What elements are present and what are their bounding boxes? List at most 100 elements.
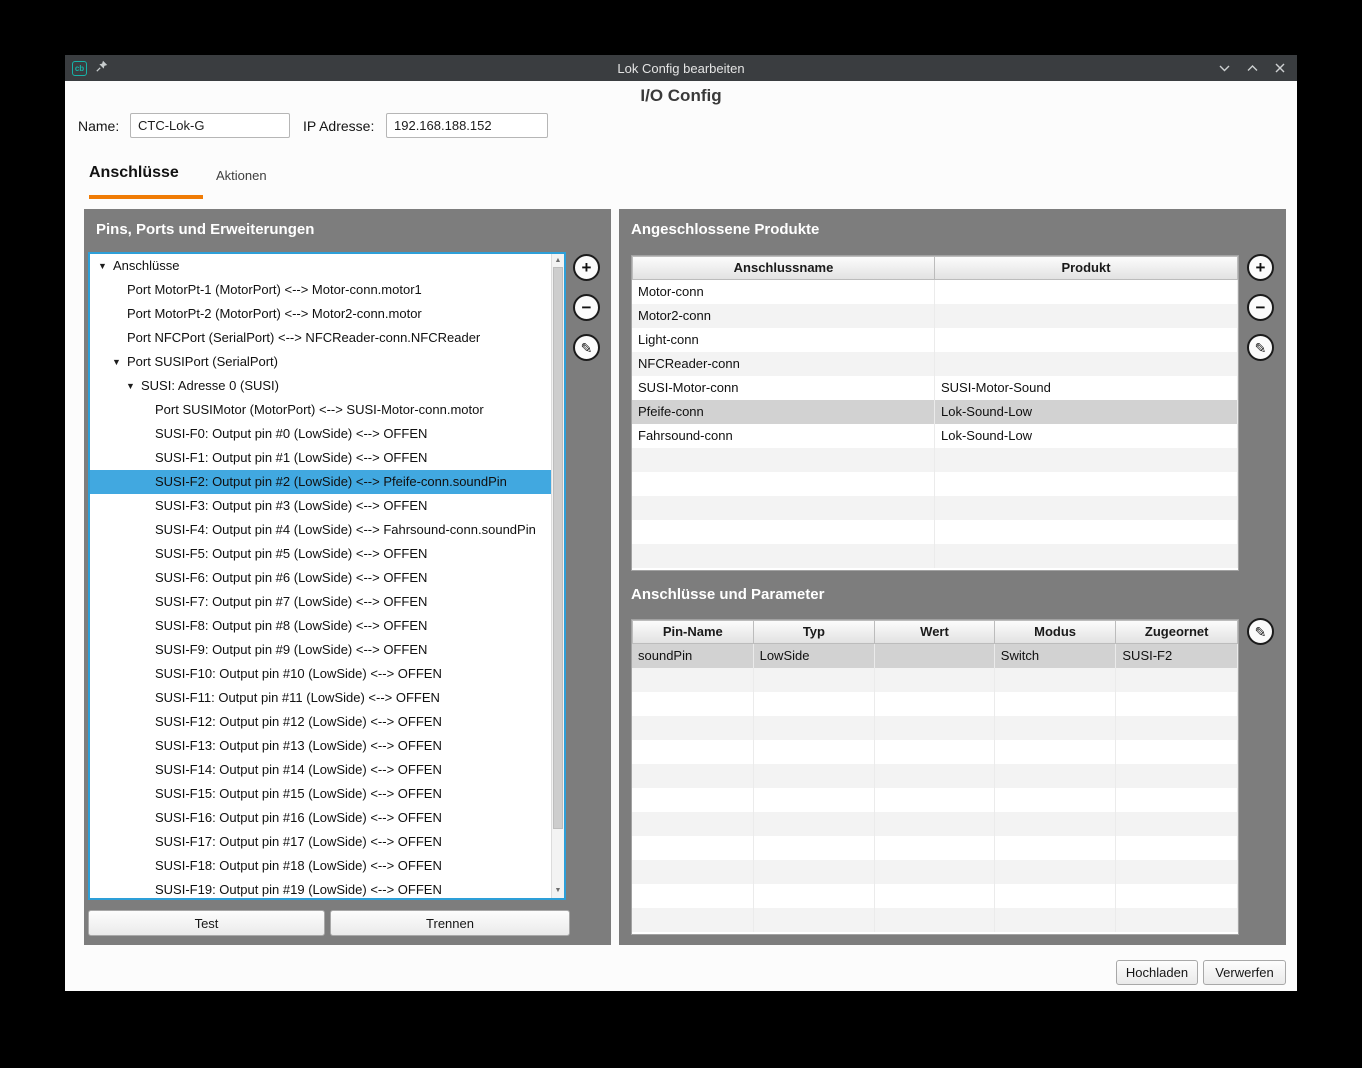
table-row[interactable]: Pfeife-connLok-Sound-Low	[632, 400, 1238, 424]
tree-item[interactable]: SUSI-F8: Output pin #8 (LowSide) <--> OF…	[90, 614, 551, 638]
table-row-empty[interactable]	[632, 668, 1238, 692]
tree-item[interactable]: SUSI-F0: Output pin #0 (LowSide) <--> OF…	[90, 422, 551, 446]
tree-item[interactable]: SUSI-F6: Output pin #6 (LowSide) <--> OF…	[90, 566, 551, 590]
product-edit-button[interactable]: ✎	[1247, 334, 1274, 361]
collapse-arrow-icon[interactable]: ▼	[98, 254, 107, 278]
tree-item[interactable]: Port NFCPort (SerialPort) <--> NFCReader…	[90, 326, 551, 350]
tab-aktionen[interactable]: Aktionen	[216, 168, 267, 183]
column-header[interactable]: Typ	[754, 620, 876, 644]
column-header[interactable]: Produkt	[935, 256, 1238, 280]
tree-add-button[interactable]: +	[573, 254, 600, 281]
table-row-empty[interactable]	[632, 764, 1238, 788]
tree-item[interactable]: SUSI-F15: Output pin #15 (LowSide) <--> …	[90, 782, 551, 806]
tree-item[interactable]: Port MotorPt-1 (MotorPort) <--> Motor-co…	[90, 278, 551, 302]
tree-edit-button[interactable]: ✎	[573, 334, 600, 361]
column-header[interactable]: Modus	[995, 620, 1117, 644]
tree-item-label: SUSI-F17: Output pin #17 (LowSide) <--> …	[90, 830, 551, 854]
tree-item[interactable]: SUSI-F17: Output pin #17 (LowSide) <--> …	[90, 830, 551, 854]
tab-anschluesse[interactable]: Anschlüsse	[89, 164, 179, 182]
table-row-empty[interactable]	[632, 812, 1238, 836]
tree-item[interactable]: SUSI-F9: Output pin #9 (LowSide) <--> OF…	[90, 638, 551, 662]
tree-scrollbar[interactable]: ▲ ▼	[551, 254, 564, 898]
tree-item[interactable]: SUSI-F5: Output pin #5 (LowSide) <--> OF…	[90, 542, 551, 566]
table-row[interactable]: NFCReader-conn	[632, 352, 1238, 376]
table-row-empty[interactable]	[632, 692, 1238, 716]
table-row-empty[interactable]	[632, 472, 1238, 496]
tree-item-label: SUSI-F9: Output pin #9 (LowSide) <--> OF…	[90, 638, 551, 662]
column-header[interactable]: Anschlussname	[632, 256, 935, 280]
table-row-empty[interactable]	[632, 908, 1238, 932]
tree-item[interactable]: SUSI-F4: Output pin #4 (LowSide) <--> Fa…	[90, 518, 551, 542]
table-row-empty[interactable]	[632, 860, 1238, 884]
tree-item[interactable]: ▼Port SUSIPort (SerialPort)	[90, 350, 551, 374]
table-cell	[875, 668, 995, 692]
tree-item[interactable]: SUSI-F1: Output pin #1 (LowSide) <--> OF…	[90, 446, 551, 470]
column-header[interactable]: Zugeornet	[1116, 620, 1238, 644]
parameter-edit-button[interactable]: ✎	[1247, 618, 1274, 645]
tree-item[interactable]: SUSI-F19: Output pin #19 (LowSide) <--> …	[90, 878, 551, 900]
product-add-button[interactable]: +	[1247, 254, 1274, 281]
column-header[interactable]: Pin-Name	[632, 620, 754, 644]
tree-item-label: SUSI-F0: Output pin #0 (LowSide) <--> OF…	[90, 422, 551, 446]
scroll-down-icon[interactable]: ▼	[552, 885, 564, 897]
tree-item[interactable]: SUSI-F10: Output pin #10 (LowSide) <--> …	[90, 662, 551, 686]
scrollbar-thumb[interactable]	[553, 267, 563, 829]
product-remove-button[interactable]: −	[1247, 294, 1274, 321]
table-row-empty[interactable]	[632, 448, 1238, 472]
table-row[interactable]: Motor-conn	[632, 280, 1238, 304]
table-row-empty[interactable]	[632, 884, 1238, 908]
tree-item[interactable]: ▼Anschlüsse	[90, 254, 551, 278]
tree-item[interactable]: SUSI-F11: Output pin #11 (LowSide) <--> …	[90, 686, 551, 710]
parameters-table[interactable]: Pin-NameTypWertModusZugeornetsoundPinLow…	[631, 619, 1239, 935]
table-row-empty[interactable]	[632, 740, 1238, 764]
app-icon[interactable]: cb	[72, 61, 87, 76]
table-row-empty[interactable]	[632, 788, 1238, 812]
table-row-empty[interactable]	[632, 836, 1238, 860]
table-cell	[1116, 788, 1238, 812]
trennen-button[interactable]: Trennen	[330, 910, 570, 936]
table-cell	[995, 860, 1117, 884]
table-row-empty[interactable]	[632, 544, 1238, 568]
pins-tree[interactable]: ▲ ▼ ▼AnschlüssePort MotorPt-1 (MotorPort…	[88, 252, 566, 900]
tree-item[interactable]: SUSI-F12: Output pin #12 (LowSide) <--> …	[90, 710, 551, 734]
ip-input[interactable]	[386, 113, 548, 138]
table-row[interactable]: Light-conn	[632, 328, 1238, 352]
table-row-empty[interactable]	[632, 496, 1238, 520]
tree-item[interactable]: SUSI-F2: Output pin #2 (LowSide) <--> Pf…	[90, 470, 551, 494]
table-cell	[632, 668, 754, 692]
tree-item[interactable]: SUSI-F16: Output pin #16 (LowSide) <--> …	[90, 806, 551, 830]
close-button[interactable]	[1275, 63, 1285, 73]
table-row[interactable]: Motor2-conn	[632, 304, 1238, 328]
tree-item[interactable]: Port MotorPt-2 (MotorPort) <--> Motor2-c…	[90, 302, 551, 326]
pin-icon[interactable]	[96, 59, 108, 77]
name-input[interactable]	[130, 113, 290, 138]
products-table[interactable]: AnschlussnameProduktMotor-connMotor2-con…	[631, 255, 1239, 571]
tree-remove-button[interactable]: −	[573, 294, 600, 321]
table-row-empty[interactable]	[632, 520, 1238, 544]
tree-item[interactable]: SUSI-F13: Output pin #13 (LowSide) <--> …	[90, 734, 551, 758]
tree-item-label: SUSI-F18: Output pin #18 (LowSide) <--> …	[90, 854, 551, 878]
scroll-up-icon[interactable]: ▲	[552, 255, 564, 267]
rolldown-button[interactable]	[1219, 64, 1230, 72]
rollup-button[interactable]	[1247, 64, 1258, 72]
collapse-arrow-icon[interactable]: ▼	[126, 374, 135, 398]
tree-item-label: SUSI-F19: Output pin #19 (LowSide) <--> …	[90, 878, 551, 900]
tree-item[interactable]: SUSI-F14: Output pin #14 (LowSide) <--> …	[90, 758, 551, 782]
table-row[interactable]: soundPinLowSideSwitchSUSI-F2	[632, 644, 1238, 668]
table-cell	[1116, 740, 1238, 764]
table-row-empty[interactable]	[632, 716, 1238, 740]
verwerfen-button[interactable]: Verwerfen	[1203, 960, 1286, 985]
table-row[interactable]: SUSI-Motor-connSUSI-Motor-Sound	[632, 376, 1238, 400]
tree-item[interactable]: SUSI-F18: Output pin #18 (LowSide) <--> …	[90, 854, 551, 878]
titlebar[interactable]: cb Lok Config bearbeiten	[65, 55, 1297, 81]
collapse-arrow-icon[interactable]: ▼	[112, 350, 121, 374]
column-header[interactable]: Wert	[875, 620, 995, 644]
tree-item[interactable]: Port SUSIMotor (MotorPort) <--> SUSI-Mot…	[90, 398, 551, 422]
test-button[interactable]: Test	[88, 910, 325, 936]
table-cell	[995, 716, 1117, 740]
tree-item[interactable]: SUSI-F7: Output pin #7 (LowSide) <--> OF…	[90, 590, 551, 614]
tree-item[interactable]: SUSI-F3: Output pin #3 (LowSide) <--> OF…	[90, 494, 551, 518]
table-row[interactable]: Fahrsound-connLok-Sound-Low	[632, 424, 1238, 448]
hochladen-button[interactable]: Hochladen	[1116, 960, 1198, 985]
tree-item[interactable]: ▼SUSI: Adresse 0 (SUSI)	[90, 374, 551, 398]
